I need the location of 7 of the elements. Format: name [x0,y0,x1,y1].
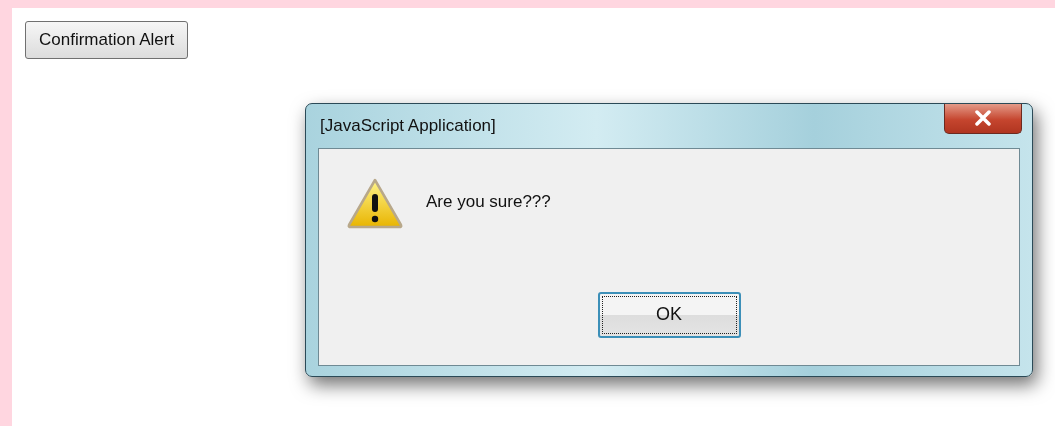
ok-button[interactable]: OK [597,291,741,338]
warning-icon [346,176,404,229]
close-icon [974,110,992,126]
dialog-title: [JavaScript Application] [319,114,496,137]
close-button[interactable] [944,103,1022,134]
confirmation-alert-button[interactable]: Confirmation Alert [25,21,189,59]
dialog-message: Are you sure??? [426,190,551,213]
